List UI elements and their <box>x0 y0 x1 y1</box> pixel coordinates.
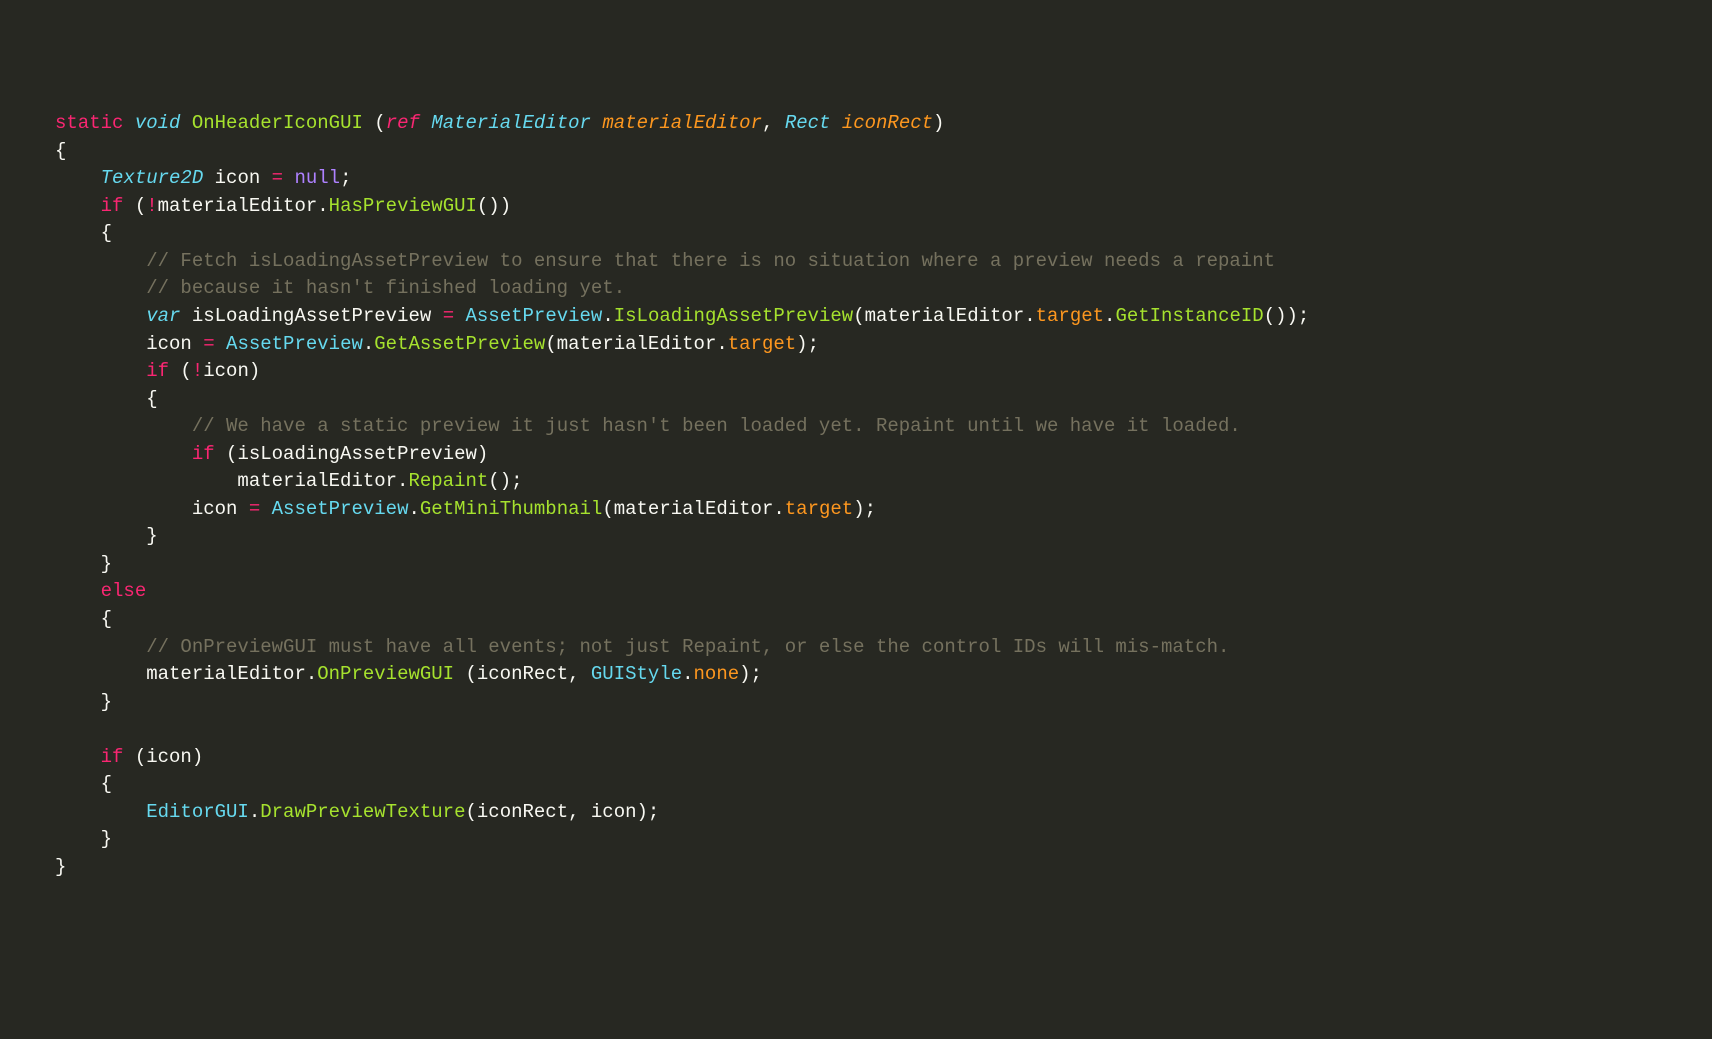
code-line: if (isLoadingAssetPreview) <box>55 443 488 465</box>
code-line: } <box>55 553 112 575</box>
code-line: { <box>55 140 66 162</box>
code-line: { <box>55 222 112 244</box>
code-line: if (!materialEditor.HasPreviewGUI()) <box>55 195 511 217</box>
code-line: materialEditor.OnPreviewGUI (iconRect, G… <box>55 663 762 685</box>
code-line: { <box>55 388 158 410</box>
code-line: else <box>55 580 146 602</box>
code-line: { <box>55 773 112 795</box>
code-line: if (!icon) <box>55 360 260 382</box>
code-line: // Fetch isLoadingAssetPreview to ensure… <box>55 250 1275 272</box>
code-line: var isLoadingAssetPreview = AssetPreview… <box>55 305 1309 327</box>
code-line: icon = AssetPreview.GetMiniThumbnail(mat… <box>55 498 876 520</box>
code-line: icon = AssetPreview.GetAssetPreview(mate… <box>55 333 819 355</box>
code-line: } <box>55 828 112 850</box>
code-line: Texture2D icon = null; <box>55 167 351 189</box>
code-line: static void OnHeaderIconGUI (ref Materia… <box>55 112 944 134</box>
code-line: // because it hasn't finished loading ye… <box>55 277 625 299</box>
code-line: if (icon) <box>55 746 203 768</box>
code-line: } <box>55 856 66 878</box>
code-line: } <box>55 525 158 547</box>
code-line: // We have a static preview it just hasn… <box>55 415 1241 437</box>
code-line: // OnPreviewGUI must have all events; no… <box>55 636 1229 658</box>
code-line: { <box>55 608 112 630</box>
code-line: materialEditor.Repaint(); <box>55 470 523 492</box>
code-line: EditorGUI.DrawPreviewTexture(iconRect, i… <box>55 801 659 823</box>
code-line: } <box>55 691 112 713</box>
code-editor[interactable]: static void OnHeaderIconGUI (ref Materia… <box>0 110 1712 901</box>
